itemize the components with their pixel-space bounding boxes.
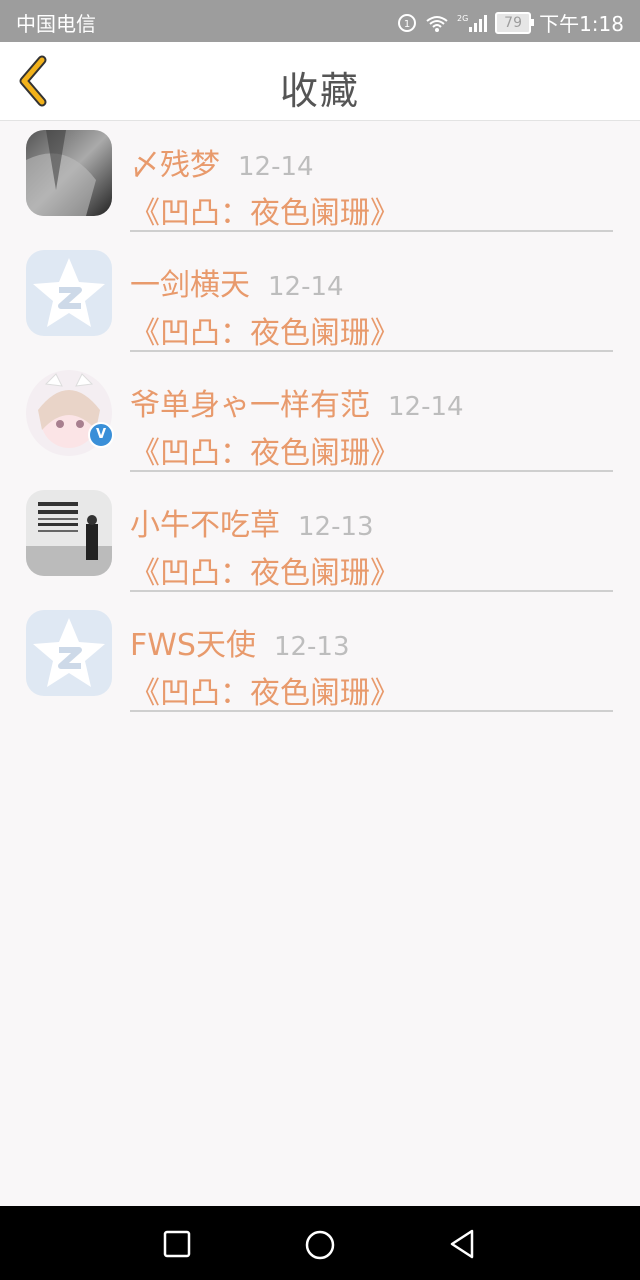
favorite-post-title: 《凹凸：夜色阑珊》 (130, 676, 400, 711)
favorites-list: 〆残梦 12-14 《凹凸：夜色阑珊》 一剑横天 12-14 《凹凸：夜色阑珊》 (0, 120, 640, 720)
battery-icon: 79 (495, 11, 535, 34)
favorite-author: FWS天使 (130, 628, 256, 663)
triangle-back-icon (450, 1229, 474, 1259)
list-item[interactable]: V 爷单身ゃ一样有范 12-14 《凹凸：夜色阑珊》 (0, 360, 640, 480)
favorite-post-title: 《凹凸：夜色阑珊》 (130, 436, 400, 471)
favorite-date: 12-13 (273, 632, 350, 662)
favorite-author: 小牛不吃草 (130, 508, 280, 543)
status-bar: 中国电信 1 2G 79 下午1:18 (0, 0, 640, 42)
favorite-post-title: 《凹凸：夜色阑珊》 (130, 316, 400, 351)
qq-default-avatar (26, 610, 112, 696)
divider (130, 350, 613, 352)
favorite-post-title: 《凹凸：夜色阑珊》 (130, 196, 400, 231)
divider (130, 470, 613, 472)
back-nav-button[interactable] (446, 1228, 478, 1260)
status-icons: 1 2G 79 下午1:18 (397, 8, 624, 37)
square-icon (163, 1230, 191, 1258)
photo-avatar (26, 130, 112, 216)
svg-text:1: 1 (404, 19, 410, 30)
divider (130, 230, 613, 232)
divider (130, 710, 613, 712)
hd-icon: 1 (397, 13, 417, 33)
list-item[interactable]: 小牛不吃草 12-13 《凹凸：夜色阑珊》 (0, 480, 640, 600)
network-type: 2G (457, 14, 468, 23)
favorite-date: 12-14 (268, 272, 344, 302)
list-item[interactable]: 〆残梦 12-14 《凹凸：夜色阑珊》 (0, 120, 640, 240)
favorite-date: 12-13 (298, 512, 374, 542)
favorite-date: 12-14 (388, 392, 464, 422)
recent-apps-button[interactable] (161, 1228, 193, 1260)
verified-badge: V (88, 422, 114, 448)
poster-avatar (26, 490, 112, 576)
title-bar: 收藏 (0, 42, 640, 121)
wifi-icon (425, 13, 449, 33)
clock: 下午1:18 (539, 12, 624, 36)
favorite-author: 一剑横天 (130, 268, 250, 303)
favorite-author: 爷单身ゃ一样有范 (130, 388, 370, 423)
carrier-label: 中国电信 (16, 12, 96, 36)
circle-icon (305, 1230, 335, 1260)
list-item[interactable]: 一剑横天 12-14 《凹凸：夜色阑珊》 (0, 240, 640, 360)
page-title: 收藏 (279, 69, 360, 113)
divider (130, 590, 613, 592)
home-button[interactable] (303, 1228, 335, 1260)
favorite-post-title: 《凹凸：夜色阑珊》 (130, 556, 400, 591)
favorite-date: 12-14 (238, 152, 314, 182)
system-nav-bar (0, 1206, 640, 1280)
qq-default-avatar (26, 250, 112, 336)
favorite-author: 〆残梦 (130, 148, 220, 183)
list-item[interactable]: FWS天使 12-13 《凹凸：夜色阑珊》 (0, 600, 640, 720)
signal-icon: 2G (457, 13, 488, 33)
